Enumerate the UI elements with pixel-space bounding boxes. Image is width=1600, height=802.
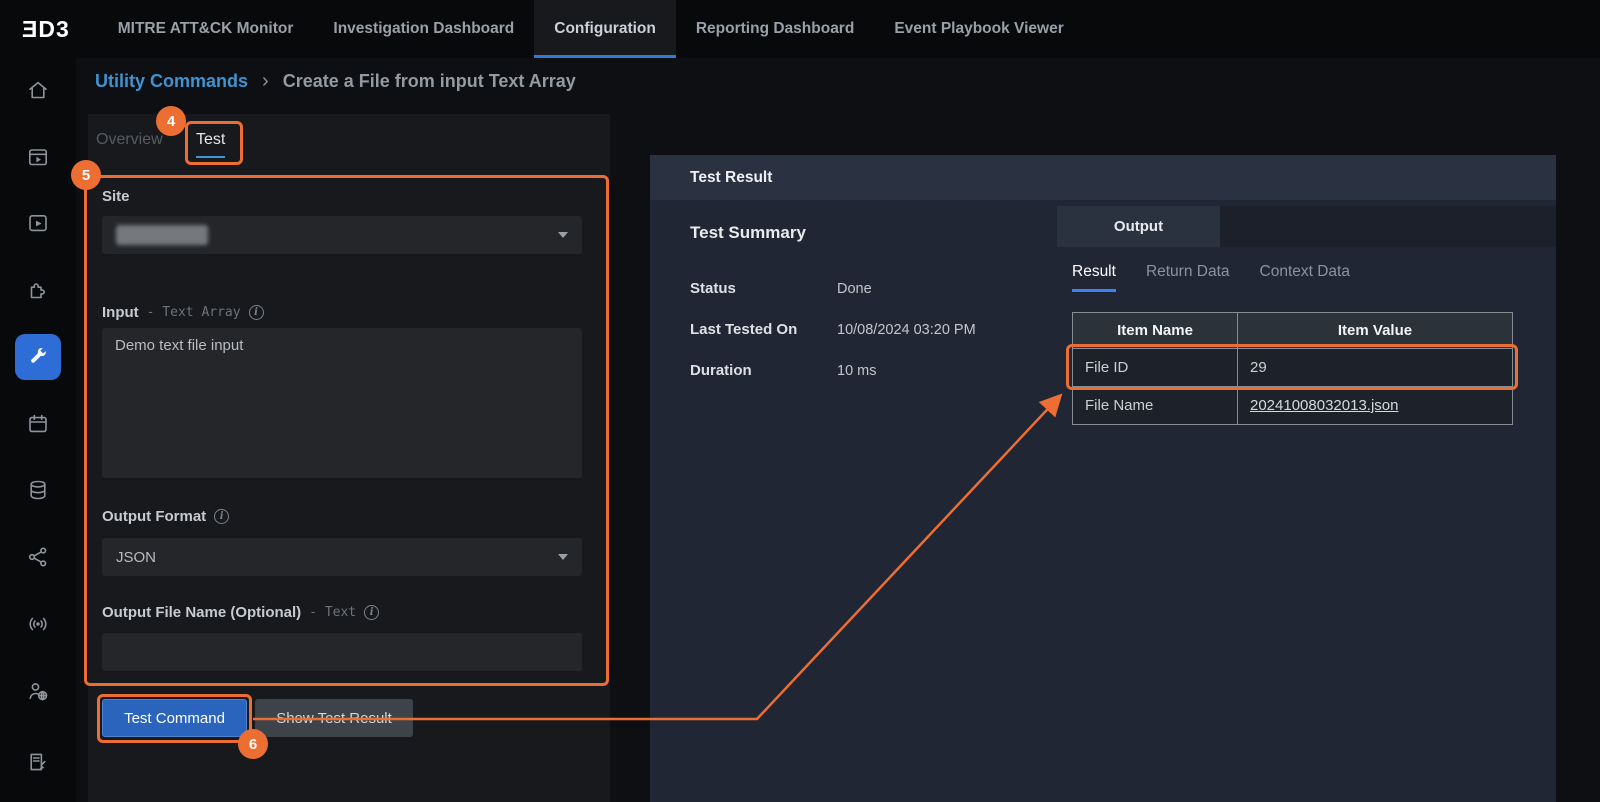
site-dropdown[interactable] <box>102 216 582 254</box>
site-label: Site <box>102 188 130 205</box>
command-panel: Overview Test Site Input - Text Array i … <box>88 114 610 802</box>
output-file-type-hint: - Text <box>309 605 356 620</box>
tab-overview[interactable]: Overview <box>96 131 163 149</box>
integrations-icon[interactable] <box>15 267 61 313</box>
subtab-context-data[interactable]: Context Data <box>1260 263 1350 292</box>
audit-icon[interactable] <box>15 739 61 785</box>
table-header-row: Item Name Item Value <box>1073 313 1513 349</box>
test-command-button[interactable]: Test Command <box>102 699 247 737</box>
input-label: Input - Text Array i <box>102 304 264 321</box>
breadcrumb-utility-commands[interactable]: Utility Commands <box>95 71 248 92</box>
nav-item-configuration[interactable]: Configuration <box>534 0 676 58</box>
site-redacted-value <box>116 225 208 245</box>
output-format-label: Output Format i <box>102 508 229 525</box>
nav-item-reporting-dashboard[interactable]: Reporting Dashboard <box>676 0 874 58</box>
table-row-file-name: File Name 20241008032013.json <box>1073 387 1513 425</box>
broadcast-icon[interactable] <box>15 601 61 647</box>
file-id-name-cell: File ID <box>1073 349 1238 387</box>
chevron-down-icon <box>558 554 568 560</box>
icon-sidebar <box>0 58 76 802</box>
result-table: Item Name Item Value File ID 29 File Nam… <box>1072 312 1513 425</box>
breadcrumb: Utility Commands › Create a File from in… <box>95 70 576 93</box>
info-icon[interactable]: i <box>214 509 229 524</box>
output-file-name-input[interactable] <box>102 633 582 671</box>
col-header-item-name: Item Name <box>1073 313 1238 349</box>
nav-item-mitre-monitor[interactable]: MITRE ATT&CK Monitor <box>98 0 314 58</box>
show-test-result-button[interactable]: Show Test Result <box>255 699 413 737</box>
file-id-value-cell: 29 <box>1238 349 1513 387</box>
subtab-return-data[interactable]: Return Data <box>1146 263 1230 292</box>
status-value: Done <box>837 281 872 297</box>
d3-logo[interactable]: ƎD3 <box>0 0 98 58</box>
output-format-dropdown[interactable]: JSON <box>102 538 582 576</box>
file-name-value-cell: 20241008032013.json <box>1238 387 1513 425</box>
nav-item-investigation-dashboard[interactable]: Investigation Dashboard <box>313 0 534 58</box>
duration-value: 10 ms <box>837 363 877 379</box>
summary-row-last-tested: Last Tested On 10/08/2024 03:20 PM <box>690 321 976 338</box>
video-library-icon[interactable] <box>15 200 61 246</box>
tab-test[interactable]: Test <box>196 131 225 158</box>
output-format-value: JSON <box>116 549 156 566</box>
file-download-link[interactable]: 20241008032013.json <box>1250 397 1398 414</box>
subtab-result[interactable]: Result <box>1072 263 1116 292</box>
input-type-hint: - Text Array <box>147 305 241 320</box>
table-row-file-id: File ID 29 <box>1073 349 1513 387</box>
schedule-icon[interactable] <box>15 401 61 447</box>
tab-output[interactable]: Output <box>1057 206 1220 247</box>
last-tested-value: 10/08/2024 03:20 PM <box>837 322 976 338</box>
output-file-name-label: Output File Name (Optional) - Text i <box>102 604 379 621</box>
nav-item-event-playbook-viewer[interactable]: Event Playbook Viewer <box>874 0 1083 58</box>
data-icon[interactable] <box>15 467 61 513</box>
breadcrumb-chevron-icon: › <box>262 70 269 93</box>
info-icon[interactable]: i <box>249 305 264 320</box>
input-textarea[interactable]: Demo text file input <box>102 328 582 478</box>
page-title: Create a File from input Text Array <box>283 71 576 92</box>
info-icon[interactable]: i <box>364 605 379 620</box>
file-name-cell: File Name <box>1073 387 1238 425</box>
output-tabbar: Output <box>1057 206 1556 247</box>
summary-row-duration: Duration 10 ms <box>690 362 877 379</box>
utility-commands-icon[interactable] <box>15 334 61 380</box>
home-icon[interactable] <box>15 67 61 113</box>
top-nav: ƎD3 MITRE ATT&CK Monitor Investigation D… <box>0 0 1600 58</box>
app-root: ƎD3 MITRE ATT&CK Monitor Investigation D… <box>0 0 1600 802</box>
output-subtabs: Result Return Data Context Data <box>1072 263 1350 292</box>
col-header-item-value: Item Value <box>1238 313 1513 349</box>
connections-icon[interactable] <box>15 534 61 580</box>
test-result-panel: Test Result Test Summary Status Done Las… <box>650 155 1556 802</box>
chevron-down-icon <box>558 232 568 238</box>
user-globe-icon[interactable] <box>15 668 61 714</box>
test-result-header: Test Result <box>650 155 1556 200</box>
event-playbook-icon[interactable] <box>15 134 61 180</box>
test-summary-title: Test Summary <box>690 223 806 243</box>
summary-row-status: Status Done <box>690 280 872 297</box>
